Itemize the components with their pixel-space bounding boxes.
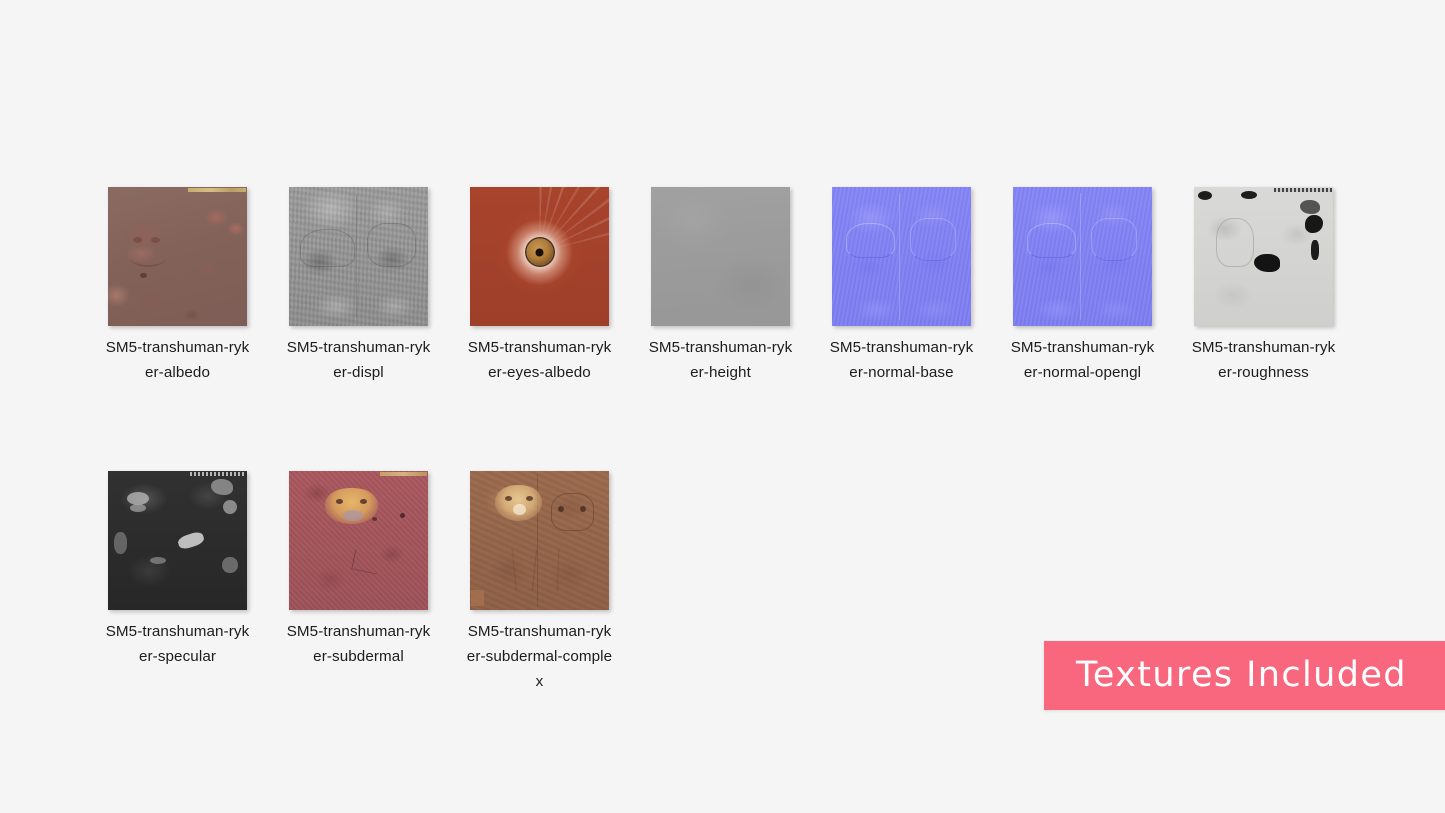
eye-mark-left xyxy=(504,496,512,502)
normal-relief-left xyxy=(845,223,896,259)
texture-tile-label: SM5-transhuman-ryker-normal-opengl xyxy=(1010,339,1155,381)
dark-blob xyxy=(1299,199,1320,214)
texture-tile-label: SM5-transhuman-ryker-height xyxy=(648,339,793,381)
uv-seam-line xyxy=(1079,192,1081,321)
uv-seam-line xyxy=(898,192,900,321)
texture-tile[interactable]: SM5-transhuman-ryker-subdermal-complex xyxy=(467,471,612,694)
texture-thumbnail-displ[interactable] xyxy=(289,187,428,326)
texture-thumbnail-normal-base[interactable] xyxy=(832,187,971,326)
ridge-shape-left xyxy=(300,228,355,267)
texture-tile-label: SM5-transhuman-ryker-displ xyxy=(286,339,431,381)
textures-included-badge-label: Textures Included xyxy=(1076,655,1407,695)
uv-seam-line xyxy=(355,195,357,318)
texture-tile[interactable]: SM5-transhuman-ryker-normal-base xyxy=(830,187,973,385)
texture-thumbnail-eyes-albedo[interactable] xyxy=(470,187,609,326)
texture-thumbnail-roughness[interactable] xyxy=(1194,187,1333,326)
texture-tile-label: SM5-transhuman-ryker-subdermal xyxy=(286,623,431,665)
height-gradient-overlay xyxy=(651,187,790,326)
blemish-mark xyxy=(400,512,406,518)
texture-tile[interactable]: SM5-transhuman-ryker-roughness xyxy=(1192,187,1335,385)
texture-tile[interactable]: SM5-transhuman-ryker-albedo xyxy=(106,187,249,385)
eye-mark-left xyxy=(557,505,564,512)
texture-thumbnail-subdermal-complex[interactable] xyxy=(470,471,609,610)
texture-thumbnail-height[interactable] xyxy=(651,187,790,326)
texture-tile-label: SM5-transhuman-ryker-albedo xyxy=(105,339,250,381)
corner-patch-mark xyxy=(471,589,485,606)
texture-tile[interactable]: SM5-transhuman-ryker-height xyxy=(649,187,792,385)
iris-shape xyxy=(526,238,553,266)
specular-highlight xyxy=(149,557,166,565)
dark-blob xyxy=(1253,253,1280,272)
mouth-mark xyxy=(343,509,363,522)
texture-tile-label: SM5-transhuman-ryker-subdermal-complex xyxy=(466,623,613,690)
jaw-mark xyxy=(130,248,167,267)
face-outline-mark xyxy=(1216,217,1255,267)
texture-tile[interactable]: SM5-transhuman-ryker-normal-opengl xyxy=(1011,187,1154,385)
color-strip-marker xyxy=(190,472,246,476)
limb-lines-mark xyxy=(486,548,584,591)
eye-mark-right xyxy=(525,496,533,502)
texture-tile[interactable]: SM5-transhuman-ryker-eyes-albedo xyxy=(468,187,611,385)
texture-tile[interactable]: SM5-transhuman-ryker-specular xyxy=(106,471,249,694)
eye-mark-left xyxy=(133,237,143,244)
texture-thumbnail-specular[interactable] xyxy=(108,471,247,610)
eye-mark-right xyxy=(359,498,367,504)
specular-highlight xyxy=(221,557,238,574)
texture-thumbnail-grid: SM5-transhuman-ryker-albedo SM5-transhum… xyxy=(106,187,1378,694)
body-outline-mark xyxy=(550,493,595,532)
texture-tile-label: SM5-transhuman-ryker-eyes-albedo xyxy=(467,339,612,381)
color-strip-marker xyxy=(187,188,246,192)
texture-tile-label: SM5-transhuman-ryker-normal-base xyxy=(829,339,974,381)
face-region-mark xyxy=(495,484,543,522)
texture-tile-label: SM5-transhuman-ryker-specular xyxy=(105,623,250,665)
normal-relief-left xyxy=(1026,223,1077,259)
albedo-map-preview xyxy=(108,187,247,326)
normal-relief-right xyxy=(909,217,957,262)
eye-mark-right xyxy=(579,505,586,512)
specular-highlight xyxy=(113,532,127,555)
color-strip-marker xyxy=(379,472,427,476)
normal-relief-right xyxy=(1090,217,1138,262)
texture-thumbnail-normal-opengl[interactable] xyxy=(1013,187,1152,326)
texture-tile-label: SM5-transhuman-ryker-roughness xyxy=(1191,339,1336,381)
texture-thumbnail-albedo[interactable] xyxy=(108,187,247,326)
texture-thumbnail-subdermal[interactable] xyxy=(289,471,428,610)
dark-blob xyxy=(1310,239,1319,260)
textures-included-badge: Textures Included xyxy=(1044,641,1445,710)
ridge-shape-right xyxy=(366,223,417,267)
pupil-shape xyxy=(535,248,544,257)
texture-tile[interactable]: SM5-transhuman-ryker-displ xyxy=(287,187,430,385)
texture-tile[interactable]: SM5-transhuman-ryker-subdermal xyxy=(287,471,430,694)
color-strip-marker xyxy=(1273,188,1332,192)
eye-mark-left xyxy=(336,498,344,504)
